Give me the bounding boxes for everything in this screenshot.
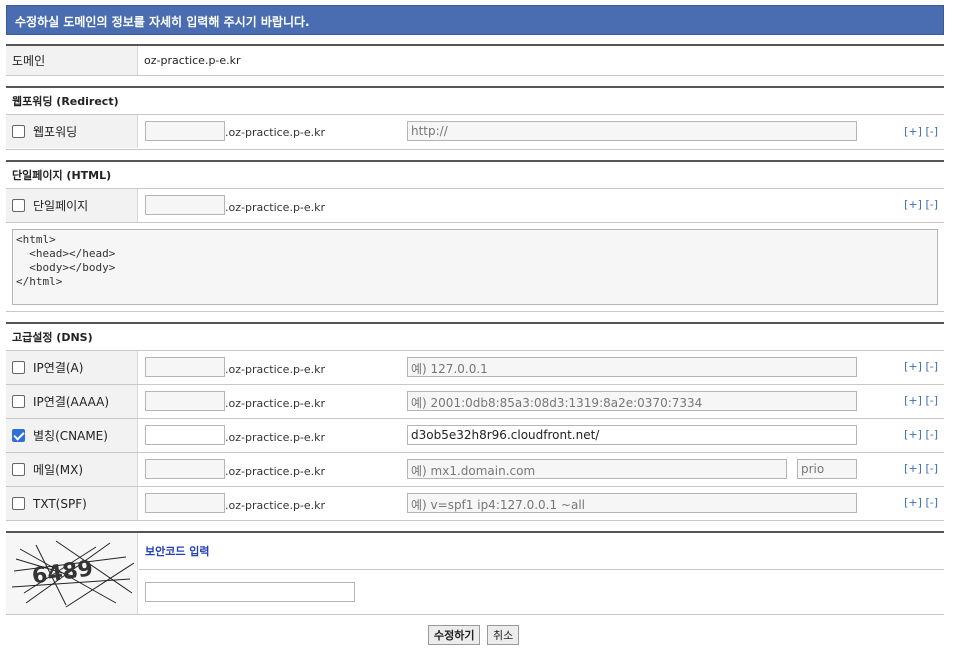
divider [6,520,944,521]
dns-aaaa-add-remove[interactable]: [+] [-] [904,394,938,407]
cancel-button[interactable]: 취소 [487,625,520,645]
dns-cname-checkbox[interactable] [12,429,25,442]
captcha-row: 6489 보안코드 입력 [6,533,944,614]
divider [6,75,944,76]
redirect-url-input[interactable]: http:// [407,121,857,141]
divider [139,569,944,570]
dns-suffix: .oz-practice.p-e.kr [225,397,326,410]
remove-link[interactable]: [-] [925,462,938,475]
dns-row-cname: 별칭(CNAME) .oz-practice.p-e.kr d3ob5e32h8… [6,419,944,452]
dns-aaaa-checkbox[interactable] [12,395,25,408]
domain-value: oz-practice.p-e.kr [144,54,241,67]
dns-mx-checkbox[interactable] [12,463,25,476]
remove-link[interactable]: [-] [925,125,938,138]
dns-label-cell: IP연결(AAAA) [6,385,138,418]
dns-mx-subdomain-input[interactable] [145,459,225,479]
add-link[interactable]: [+] [904,198,922,211]
captcha-input[interactable] [145,582,355,602]
dns-txt-subdomain-input[interactable] [145,493,225,513]
dns-cname-value-input[interactable]: d3ob5e32h8r96.cloudfront.net/ [407,425,857,445]
html-row: 단일페이지 .oz-practice.p-e.kr [+] [-] [6,189,944,222]
dns-txt-checkbox[interactable] [12,497,25,510]
dns-a-checkbox[interactable] [12,361,25,374]
redirect-label: 웹포워딩 [33,125,78,139]
dns-aaaa-subdomain-input[interactable] [145,391,225,411]
dns-row-txt: TXT(SPF) .oz-practice.p-e.kr 예) v=spf1 i… [6,487,944,520]
redirect-add-remove[interactable]: [+] [-] [904,125,938,138]
divider [6,311,944,312]
add-link[interactable]: [+] [904,394,922,407]
dns-label-cell: TXT(SPF) [6,487,138,520]
add-link[interactable]: [+] [904,428,922,441]
page-banner: 수정하실 도메인의 정보를 자세히 입력해 주시기 바랍니다. [6,5,944,35]
domain-row: 도메인 oz-practice.p-e.kr [6,46,944,75]
dns-aaaa-value-input[interactable]: 예) 2001:0db8:85a3:08d3:1319:8a2e:0370:73… [407,391,857,411]
submit-button[interactable]: 수정하기 [428,625,481,645]
dns-label: 별칭(CNAME) [33,429,108,443]
dns-row-a: IP연결(A) .oz-practice.p-e.kr 예) 127.0.0.1… [6,351,944,384]
redirect-row: 웹포워딩 .oz-practice.p-e.kr http:// [+] [-] [6,115,944,148]
dns-label-cell: IP연결(A) [6,351,138,384]
remove-link[interactable]: [-] [925,360,938,373]
redirect-suffix: .oz-practice.p-e.kr [225,126,326,139]
redirect-label-cell: 웹포워딩 [6,115,138,148]
divider [6,149,944,150]
dns-label: 메일(MX) [33,463,84,477]
redirect-section-title: 웹포워딩 (Redirect) [12,95,119,108]
remove-link[interactable]: [-] [925,496,938,509]
dns-suffix: .oz-practice.p-e.kr [225,363,326,376]
divider [6,222,944,223]
html-label: 단일페이지 [33,199,89,213]
dns-label-cell: 메일(MX) [6,453,138,486]
remove-link[interactable]: [-] [925,198,938,211]
dns-suffix: .oz-practice.p-e.kr [225,465,326,478]
html-section-title: 단일페이지 (HTML) [12,169,112,182]
add-link[interactable]: [+] [904,360,922,373]
html-label-cell: 단일페이지 [6,189,138,222]
html-subdomain-input[interactable] [145,195,225,215]
captcha-text: 6489 [31,556,95,589]
dns-mx-add-remove[interactable]: [+] [-] [904,462,938,475]
divider [6,614,944,615]
html-add-remove[interactable]: [+] [-] [904,198,938,211]
dns-row-mx: 메일(MX) .oz-practice.p-e.kr 예) mx1.domain… [6,453,944,486]
dns-txt-add-remove[interactable]: [+] [-] [904,496,938,509]
dns-a-value-input[interactable]: 예) 127.0.0.1 [407,357,857,377]
dns-label: IP연결(AAAA) [33,395,110,409]
dns-mx-value-input[interactable]: 예) mx1.domain.com [407,459,787,479]
remove-link[interactable]: [-] [925,428,938,441]
remove-link[interactable]: [-] [925,394,938,407]
dns-label: TXT(SPF) [33,496,87,511]
dns-a-subdomain-input[interactable] [145,357,225,377]
add-link[interactable]: [+] [904,496,922,509]
dns-label-cell: 별칭(CNAME) [6,419,138,452]
dns-label: IP연결(A) [33,361,84,375]
domain-label: 도메인 [6,46,138,75]
dns-section-title: 고급설정 (DNS) [12,331,93,344]
dns-a-add-remove[interactable]: [+] [-] [904,360,938,373]
dns-cname-subdomain-input[interactable] [145,425,225,445]
dns-txt-value-input[interactable]: 예) v=spf1 ip4:127.0.0.1 ~all [407,493,857,513]
html-suffix: .oz-practice.p-e.kr [225,201,326,214]
captcha-noise-lines: 6489 [11,540,135,608]
dns-mx-prio-input[interactable]: prio [797,459,857,479]
dns-row-aaaa: IP연결(AAAA) .oz-practice.p-e.kr 예) 2001:0… [6,385,944,418]
html-checkbox[interactable] [12,199,25,212]
dns-suffix: .oz-practice.p-e.kr [225,499,326,512]
html-content-textarea[interactable]: <html> <head></head> <body></body> </htm… [12,229,938,305]
add-link[interactable]: [+] [904,125,922,138]
captcha-title: 보안코드 입력 [145,545,210,558]
dns-suffix: .oz-practice.p-e.kr [225,431,326,444]
add-link[interactable]: [+] [904,462,922,475]
captcha-image: 6489 [6,533,138,614]
redirect-checkbox[interactable] [12,125,25,138]
redirect-subdomain-input[interactable] [145,121,225,141]
dns-cname-add-remove[interactable]: [+] [-] [904,428,938,441]
